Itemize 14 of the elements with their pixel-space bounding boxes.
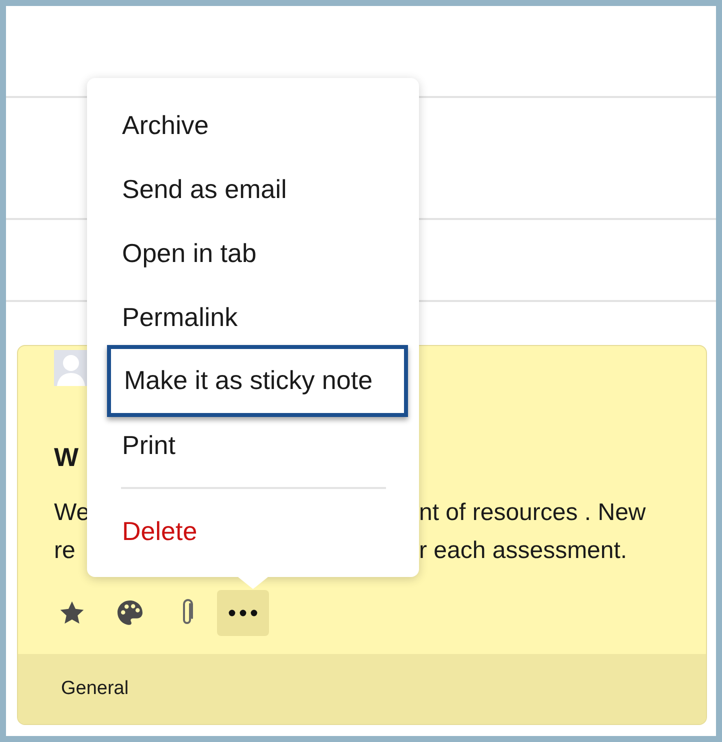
note-text: r each assessment. — [419, 536, 628, 566]
note-text: nt of resources . New — [419, 498, 646, 528]
menu-item[interactable]: Send as email — [87, 157, 419, 221]
note-text: re — [54, 536, 76, 566]
menu-item[interactable]: Archive — [87, 93, 419, 157]
note-text: We — [54, 498, 90, 528]
palette-icon — [115, 598, 145, 628]
note-title: W — [54, 442, 79, 472]
more-button[interactable] — [217, 590, 269, 636]
menu-item[interactable]: Make it as sticky note — [107, 345, 408, 417]
menu-item[interactable]: Open in tab — [87, 221, 419, 285]
menu-item[interactable]: Delete — [87, 499, 419, 563]
category-label: General — [61, 678, 129, 700]
more-icon — [228, 609, 258, 617]
